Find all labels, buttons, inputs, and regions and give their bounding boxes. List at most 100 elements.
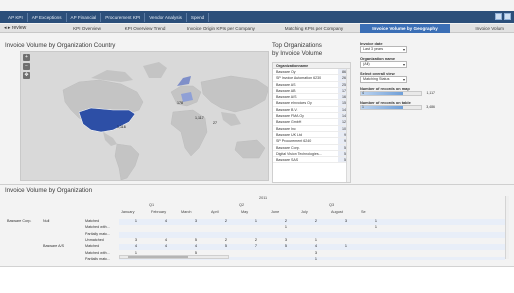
pivot-vscrollbar[interactable] [505, 196, 509, 259]
row-band [119, 231, 505, 238]
section-divider [0, 184, 514, 185]
month-header: February [151, 210, 167, 214]
pivot-cell[interactable]: 2 [249, 238, 257, 242]
pivot-cell[interactable]: 1 [309, 257, 317, 260]
table-row[interactable]: Basware SAS53 [273, 157, 350, 164]
pivot-cell[interactable]: 5 [219, 244, 227, 248]
tab-invoice-volume-geography[interactable]: Invoice Volume by Geography [360, 23, 450, 33]
pivot-hscroll-thumb[interactable] [128, 256, 188, 258]
pivot-cell[interactable]: 5 [189, 238, 197, 242]
tab-ap-kpi[interactable]: AP KPI [4, 12, 28, 22]
top-nav-bar: AP KPI AP Exceptions AP Financial Procur… [0, 11, 514, 23]
pivot-cell[interactable]: 5 [189, 251, 197, 255]
pivot-table: 2011 Q1 Q2 Q3 January February March April May J… [5, 196, 505, 260]
org-name-select[interactable]: (All) ▾ [360, 61, 407, 68]
overall-view-select[interactable]: Matching Status ▾ [360, 76, 407, 83]
map-label-asia: 27 [213, 121, 217, 125]
pivot-cell[interactable]: 1 [129, 251, 137, 255]
pivot-cell[interactable]: 3 [279, 238, 287, 242]
pivot-row-status: Matched [85, 244, 100, 249]
pivot-title: Invoice Volume by Organization [5, 187, 93, 194]
map-label-europe: 178 [177, 101, 183, 105]
sheet-nav-arrows[interactable]: ◂ ▸ review [0, 25, 58, 31]
pivot-row-company: Basware Corp. [7, 219, 32, 223]
tab-kpi-overview-trend[interactable]: KPI Overview Trend [116, 26, 174, 31]
pivot-cell[interactable]: 2 [279, 219, 287, 223]
chevron-down-icon: ▾ [402, 62, 405, 67]
pivot-cell[interactable]: 2 [219, 219, 227, 223]
records-map-fill [361, 92, 403, 95]
pivot-cell[interactable]: 1 [279, 225, 287, 229]
tab-spend[interactable]: Spend [187, 12, 210, 22]
top-orgs-table: Organizationname Basware Oy 865 SP Invoice… [272, 62, 351, 183]
zoom-out-icon[interactable]: − [23, 63, 30, 70]
records-map-max: 1,117 [426, 91, 436, 95]
pivot-row-org: Null [43, 219, 50, 223]
records-table-max: 3,486 [426, 105, 435, 109]
month-header: April [211, 210, 219, 214]
pivot-cell[interactable]: 4 [159, 219, 167, 223]
org-name-cell: SP Invoice Automation 6230 [276, 76, 322, 81]
tab-procurement-kpi[interactable]: Procurement KPI [101, 12, 146, 22]
pivot-cell[interactable]: 1 [369, 225, 377, 229]
org-name-cell: Basware eInvoices Oy [276, 101, 312, 106]
restore-icon[interactable] [495, 13, 502, 20]
pivot-cell[interactable]: 3 [129, 238, 137, 242]
pivot-cell[interactable]: 1 [129, 219, 137, 223]
org-name-cell: Basware GmbH [276, 120, 302, 125]
pivot-cell[interactable]: 4 [129, 244, 137, 248]
status-bar [0, 266, 514, 293]
pivot-cell[interactable]: 1 [309, 238, 317, 242]
pivot-cell[interactable]: 5 [279, 244, 287, 248]
top-orgs-title-2: by Invoice Volume [272, 50, 323, 57]
org-name-cell: Basware FMA Oy [276, 114, 304, 119]
pivot-cell[interactable]: 1 [339, 244, 347, 248]
tab-kpi-overview[interactable]: KPI Overview [58, 26, 116, 31]
pivot-cell[interactable]: 1 [369, 219, 377, 223]
pivot-cell[interactable]: 2 [309, 219, 317, 223]
month-header: Se [361, 210, 366, 214]
quarter-header: Q1 [149, 203, 155, 207]
filters-panel: Invoice date Last 3 years ▾ Organization… [360, 41, 450, 114]
zoom-in-icon[interactable]: + [23, 54, 30, 61]
quarter-header: Q3 [329, 203, 335, 207]
records-table-slider[interactable]: 1 3,486 [360, 105, 435, 110]
month-header: March [181, 210, 192, 214]
tab-invoice-origin-kpis[interactable]: Invoice Origin KPIs per Company [174, 26, 268, 31]
pivot-cell[interactable]: 4 [189, 244, 197, 248]
pivot-cell[interactable]: 4 [309, 244, 317, 248]
window-controls [495, 13, 511, 20]
pivot-cell[interactable]: 3 [309, 251, 317, 255]
records-map-min: 4 [362, 91, 364, 95]
pivot-cell[interactable]: 3 [339, 219, 347, 223]
pivot-cell[interactable]: 4 [159, 244, 167, 248]
app-window: AP KPI AP Exceptions AP Financial Procur… [0, 0, 514, 293]
top-orgs-scrollbar[interactable] [346, 69, 350, 182]
pivot-cell[interactable]: 1 [249, 219, 257, 223]
pivot-row-status: Unmatched [85, 237, 104, 242]
records-map-slider[interactable]: 4 1,117 [360, 91, 435, 96]
tab-invoice-volume-more[interactable]: Invoice Volum [450, 26, 504, 31]
tab-ap-financial[interactable]: AP Financial [67, 12, 102, 22]
pivot-cell[interactable]: 2 [219, 238, 227, 242]
pivot-cell[interactable]: 7 [249, 244, 257, 248]
settings-icon[interactable] [504, 13, 511, 20]
pan-icon[interactable]: ✥ [23, 72, 30, 79]
records-table-fill [361, 106, 403, 109]
tab-vendor-analysis[interactable]: Vendor Analysis [145, 12, 187, 22]
pivot-cell[interactable]: 3 [189, 219, 197, 223]
month-header: August [331, 210, 343, 214]
invoice-date-select[interactable]: Last 3 years ▾ [360, 46, 407, 53]
world-map[interactable]: 1,116 178 1,117 27 [20, 51, 269, 181]
pivot-cell[interactable]: 4 [159, 238, 167, 242]
quarter-header: Q2 [239, 203, 245, 207]
org-name-cell: Basware UK Ltd [276, 132, 302, 137]
month-header: July [301, 210, 308, 214]
org-name-cell: Basware Corp. [276, 145, 300, 150]
tab-ap-exceptions[interactable]: AP Exceptions [28, 12, 67, 22]
org-name-cell: Basware AS [276, 82, 296, 87]
chevron-down-icon: ▾ [402, 77, 405, 82]
pivot-hscrollbar[interactable] [119, 255, 229, 259]
top-orgs-rows: Basware Oy 865 SP Invoice Automation 6230 2… [273, 69, 350, 164]
tab-matching-kpis[interactable]: Matching KPIs per Company [268, 26, 360, 31]
